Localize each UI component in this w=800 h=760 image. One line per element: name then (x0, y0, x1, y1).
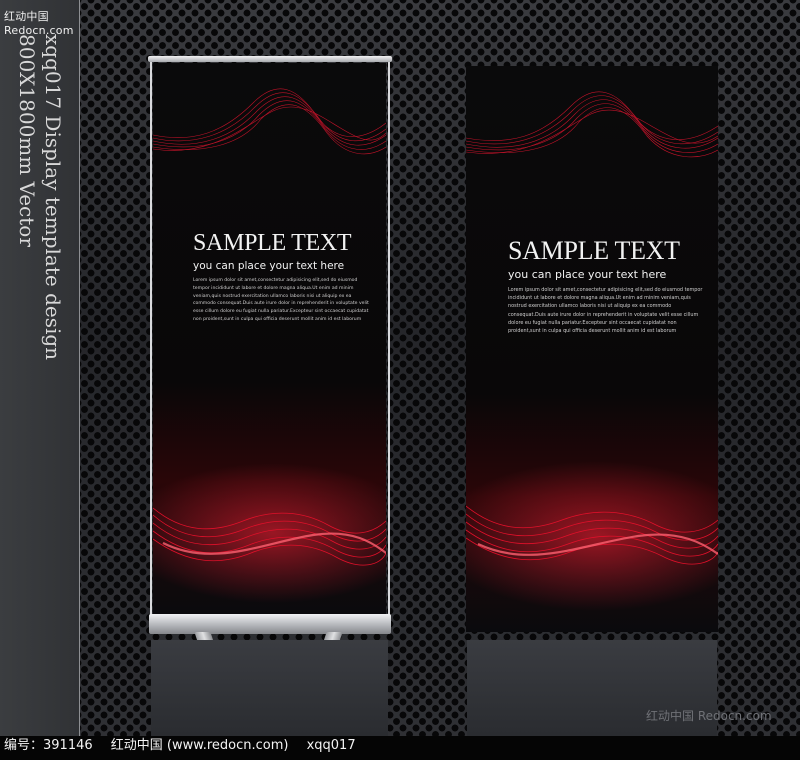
wave-graphic-right (466, 91, 718, 611)
banner-subline: you can place your text here (193, 260, 345, 272)
banner-body-text: Lorem ipsum dolor sit amet,consectetur a… (508, 287, 703, 335)
watermark-bottom: 红动中国 Redocn.com (646, 709, 772, 723)
footer-code: xqq017 (306, 738, 356, 753)
banner-left-text: SAMPLE TEXT you can place your text here… (193, 229, 372, 324)
display-stage: 红动中国 Redocn.com xqq017 Display template … (0, 0, 800, 736)
wave-graphic-left (153, 88, 386, 603)
floor-panel-left (151, 640, 388, 736)
stand-base (149, 614, 391, 634)
footer-id: 编号：391146 (4, 738, 93, 753)
banner-headline: SAMPLE TEXT (193, 230, 352, 256)
caption-line-2: 800X1800mm Vector (15, 34, 39, 247)
stand-top-bar (148, 56, 392, 62)
banner-subline: you can place your text here (508, 268, 667, 281)
banner-headline: SAMPLE TEXT (508, 236, 680, 265)
banner-left: SAMPLE TEXT you can place your text here… (153, 63, 386, 614)
banner-body-text: Lorem ipsum dolor sit amet,consectetur a… (193, 278, 369, 322)
vertical-caption: xqq017 Display template design 800X1800m… (15, 34, 70, 394)
banner-right-text: SAMPLE TEXT you can place your text here… (508, 236, 704, 335)
footer-bar: 编号：391146 红动中国 (www.redocn.com) xqq017 (0, 736, 800, 760)
footer-site: 红动中国 (www.redocn.com) (110, 738, 289, 753)
banner-right: SAMPLE TEXT you can place your text here… (466, 66, 718, 632)
side-panel: 红动中国 Redocn.com xqq017 Display template … (0, 0, 80, 736)
caption-line-1: xqq017 Display template design (41, 34, 65, 361)
watermark-top: 红动中国 Redocn.com (4, 10, 74, 37)
